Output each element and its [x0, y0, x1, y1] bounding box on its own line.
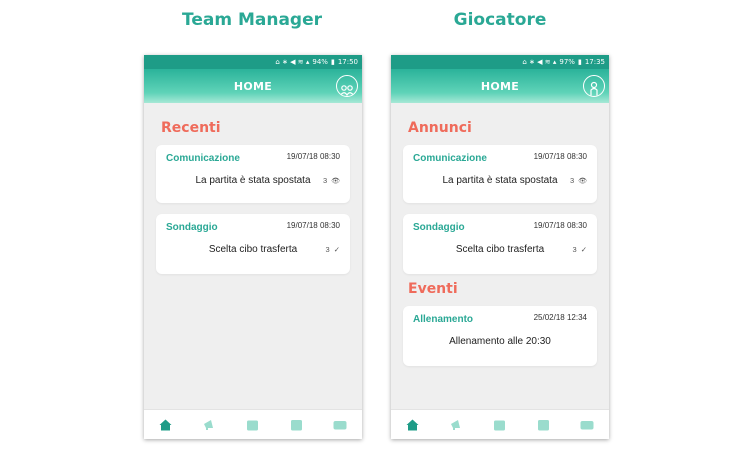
card-meta: 3 ✓: [573, 245, 587, 254]
vote-count: 3: [572, 245, 577, 254]
column-heading-giocatore: Giocatore: [453, 10, 547, 30]
status-icons: ⌂ ∗ ◀ ≋ ▴: [522, 58, 557, 66]
bottom-nav: [144, 409, 362, 439]
card-sondaggio[interactable]: Sondaggio 19/07/18 08:30 Scelta cibo tra…: [156, 214, 350, 274]
card-text: La partita è stata spostata: [442, 175, 558, 186]
clock: 17:35: [584, 58, 605, 66]
phone-giocatore: ⌂ ∗ ◀ ≋ ▴ 97% ▮ 17:35 HOME Annunci Comun…: [391, 55, 609, 439]
home-icon[interactable]: [159, 419, 173, 431]
section-title-annunci: Annunci: [408, 120, 472, 136]
card-text: Scelta cibo trasferta: [455, 244, 545, 255]
page-title: HOME: [233, 79, 273, 93]
calendar-icon[interactable]: [493, 419, 507, 431]
status-bar: ⌂ ∗ ◀ ≋ ▴ 97% ▮ 17:35: [391, 55, 609, 69]
card-comunicazione[interactable]: Comunicazione 19/07/18 08:30 La partita …: [403, 145, 597, 203]
home-icon[interactable]: [406, 419, 420, 431]
card-meta: 3 👁: [323, 176, 340, 185]
bottom-nav: [391, 409, 609, 439]
card-allenamento[interactable]: Allenamento 25/02/18 12:34 Allenamento a…: [403, 306, 597, 366]
check-icon: ✓: [333, 245, 340, 254]
app-bar: HOME: [391, 69, 609, 103]
card-date: 19/07/18 08:30: [286, 221, 340, 230]
card-type: Comunicazione: [413, 153, 487, 164]
megaphone-icon[interactable]: [202, 419, 216, 431]
chat-icon[interactable]: [580, 419, 594, 431]
calendar-icon[interactable]: [246, 419, 260, 431]
view-count: 3: [569, 176, 575, 185]
battery-level: 94%: [312, 58, 328, 66]
card-date: 19/07/18 08:30: [533, 152, 587, 161]
profile-avatar-icon[interactable]: [336, 75, 358, 97]
app-bar: HOME: [144, 69, 362, 103]
battery-level: 97%: [559, 58, 575, 66]
check-icon: ✓: [580, 245, 587, 254]
card-text: Scelta cibo trasferta: [208, 244, 298, 255]
home-content: Recenti Comunicazione 19/07/18 08:30 La …: [144, 103, 362, 409]
megaphone-icon[interactable]: [449, 419, 463, 431]
view-count: 3: [322, 176, 328, 185]
battery-icon: ▮: [330, 58, 335, 66]
battery-icon: ▮: [577, 58, 582, 66]
eye-icon: 👁: [578, 176, 587, 185]
eye-icon: 👁: [331, 176, 340, 185]
card-type: Comunicazione: [166, 153, 240, 164]
card-type: Allenamento: [413, 314, 474, 325]
card-date: 19/07/18 08:30: [533, 221, 587, 230]
column-heading-team-manager: Team Manager: [181, 10, 323, 30]
section-title-eventi: Eventi: [408, 281, 458, 297]
card-sondaggio[interactable]: Sondaggio 19/07/18 08:30 Scelta cibo tra…: [403, 214, 597, 274]
vote-count: 3: [325, 245, 330, 254]
card-type: Sondaggio: [166, 222, 218, 233]
home-content: Annunci Comunicazione 19/07/18 08:30 La …: [391, 103, 609, 409]
chat-icon[interactable]: [333, 419, 347, 431]
status-icons: ⌂ ∗ ◀ ≋ ▴: [275, 58, 310, 66]
card-date: 19/07/18 08:30: [286, 152, 340, 161]
card-meta: 3 👁: [570, 176, 587, 185]
phone-team-manager: ⌂ ∗ ◀ ≋ ▴ 94% ▮ 17:50 HOME Recenti Comun…: [144, 55, 362, 439]
team-icon[interactable]: [290, 419, 304, 431]
card-type: Sondaggio: [413, 222, 465, 233]
team-icon[interactable]: [537, 419, 551, 431]
status-bar: ⌂ ∗ ◀ ≋ ▴ 94% ▮ 17:50: [144, 55, 362, 69]
profile-avatar-icon[interactable]: [583, 75, 605, 97]
card-text: La partita è stata spostata: [195, 175, 311, 186]
card-comunicazione[interactable]: Comunicazione 19/07/18 08:30 La partita …: [156, 145, 350, 203]
card-text: Allenamento alle 20:30: [449, 336, 551, 347]
clock: 17:50: [337, 58, 358, 66]
card-meta: 3 ✓: [326, 245, 340, 254]
page-title: HOME: [480, 79, 520, 93]
section-title-recenti: Recenti: [161, 120, 221, 136]
card-date: 25/02/18 12:34: [533, 313, 587, 322]
